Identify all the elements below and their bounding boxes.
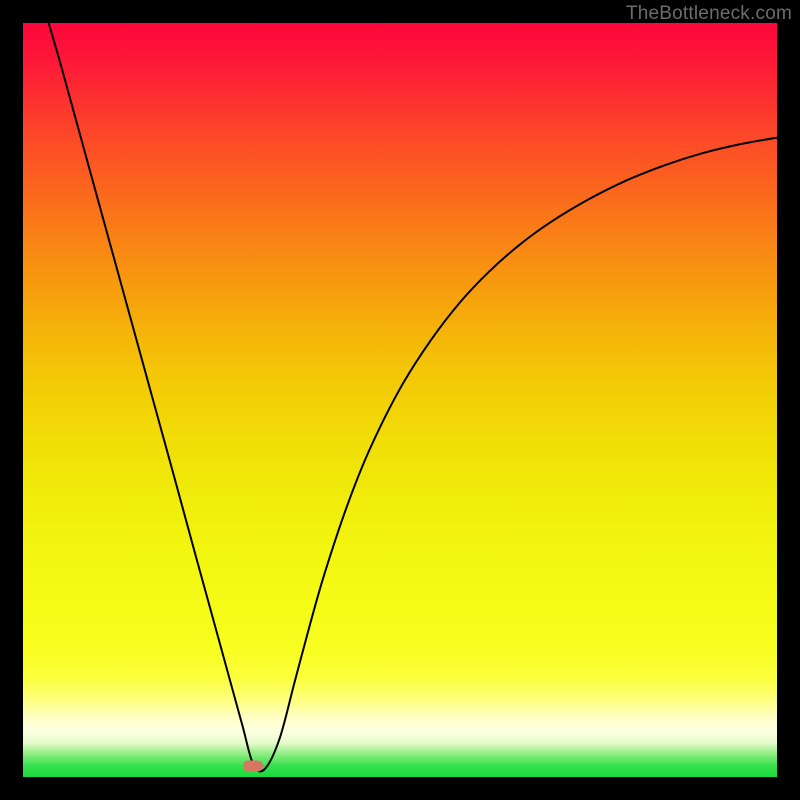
chart-curve-layer [23, 23, 777, 777]
watermark-text: TheBottleneck.com [626, 3, 792, 25]
bottleneck-curve [49, 23, 777, 771]
minimum-marker [243, 761, 263, 772]
